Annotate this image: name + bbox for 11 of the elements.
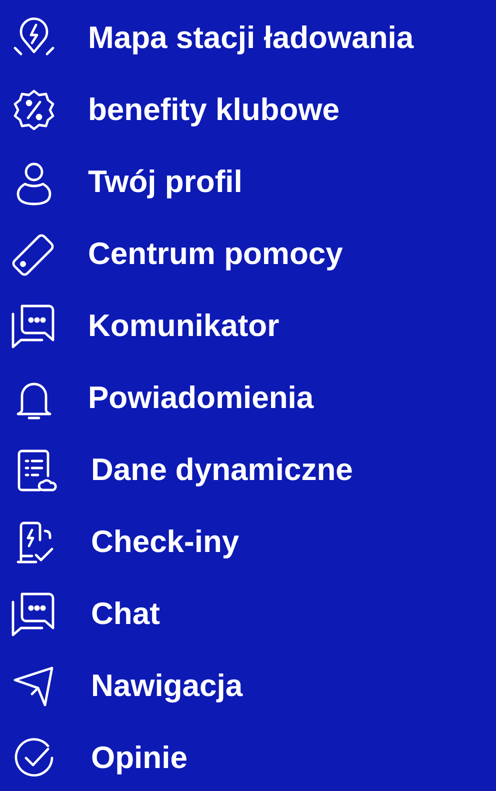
menu-item[interactable]: Check-iny (91, 524, 240, 560)
menu-item[interactable]: Opinie (91, 740, 188, 776)
menu-item[interactable]: Komunikator (88, 308, 280, 344)
menu-item[interactable]: Chat (91, 596, 160, 632)
menu-item[interactable]: Centrum pomocy (88, 236, 343, 272)
menu-item[interactable]: Nawigacja (91, 668, 243, 704)
menu-item[interactable]: Twój profil (88, 164, 242, 200)
menu-item[interactable]: benefity klubowe (88, 92, 340, 128)
menu-item[interactable]: Dane dynamiczne (91, 452, 353, 488)
menu-item[interactable]: Mapa stacji ładowania (88, 20, 414, 56)
menu-item[interactable]: Powiadomienia (88, 380, 314, 416)
